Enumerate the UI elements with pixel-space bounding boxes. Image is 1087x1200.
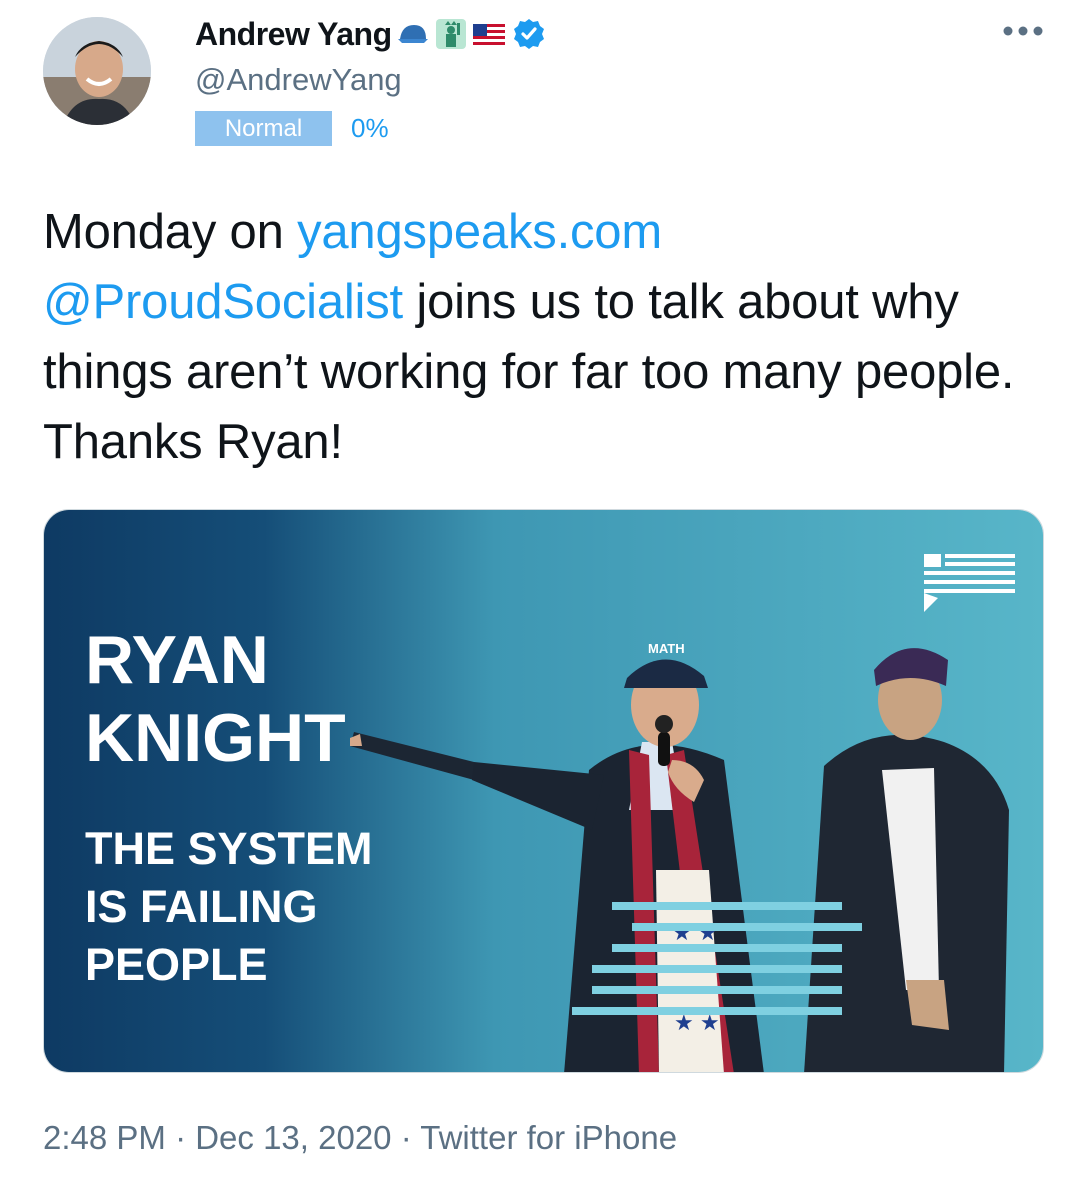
tweet-metadata: 2:48 PM · Dec 13, 2020 · Twitter for iPh… — [43, 1119, 678, 1156]
media-title-line1: RYAN — [85, 622, 269, 698]
tweet-text: Monday on yangspeaks.com @ProudSocialist … — [43, 197, 1053, 477]
statue-of-liberty-icon — [434, 17, 468, 51]
cap-icon — [396, 17, 430, 51]
tweet-mention[interactable]: @ProudSocialist — [43, 275, 403, 329]
media-subtitle-line2: IS FAILING — [85, 881, 318, 932]
cap-text: MATH — [648, 641, 685, 656]
verified-badge-icon — [512, 17, 546, 51]
more-options-icon[interactable] — [1002, 24, 1044, 36]
status-row: Normal 0% — [195, 111, 389, 146]
avatar[interactable] — [43, 17, 151, 125]
status-badge: Normal — [195, 111, 332, 146]
media-title-line2: KNIGHT — [85, 700, 346, 776]
author-handle[interactable]: @AndrewYang — [195, 62, 402, 98]
tweet-link[interactable]: yangspeaks.com — [297, 205, 662, 259]
us-flag-icon — [472, 17, 506, 51]
author-name-row: Andrew Yang — [195, 12, 546, 56]
tweet-text-part: Monday on — [43, 205, 298, 259]
media-subtitle-line3: PEOPLE — [85, 939, 268, 990]
media-subtitle-line1: THE SYSTEM — [85, 823, 373, 874]
status-percent: 0% — [351, 113, 389, 143]
author-name[interactable]: Andrew Yang — [195, 16, 392, 53]
tweet-media-image[interactable]: RYAN KNIGHT THE SYSTEM IS FAILING PEOPLE… — [43, 509, 1044, 1073]
